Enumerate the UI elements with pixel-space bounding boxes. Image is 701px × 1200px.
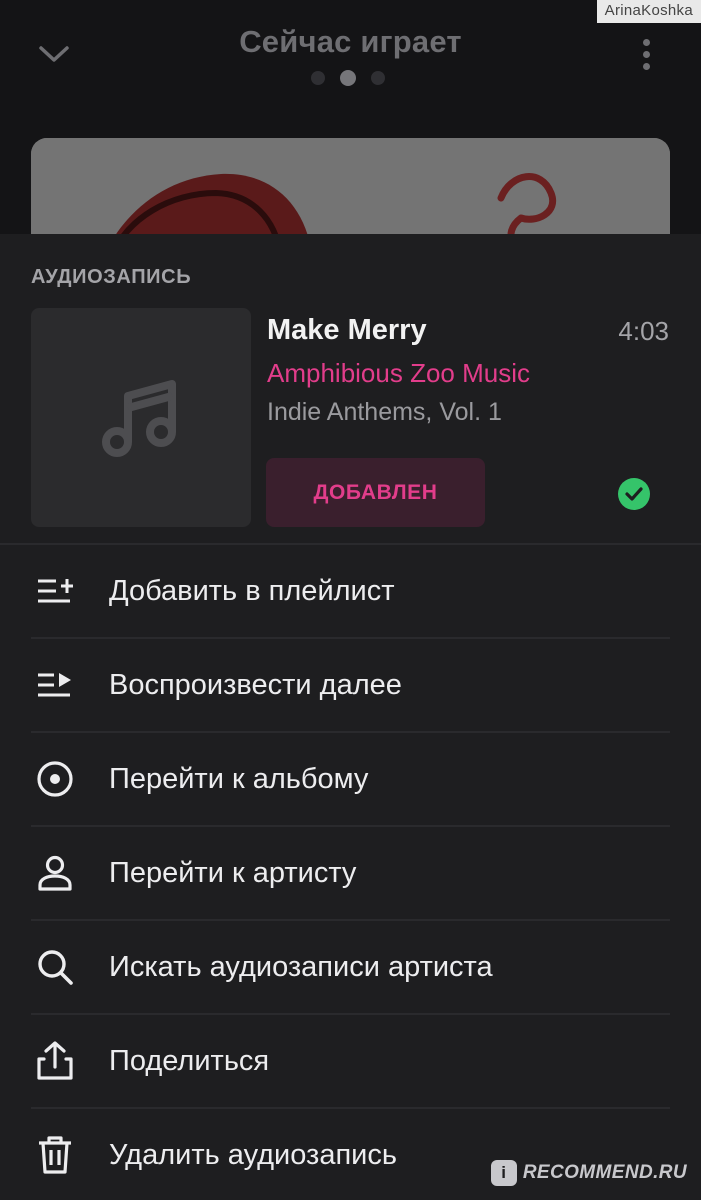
track-actions-sheet: АУДИОЗАПИСЬ Make Merry 4:03 Amphibious Z… — [0, 234, 701, 1200]
more-vertical-icon — [642, 38, 650, 46]
menu-item-add-to-playlist[interactable]: Добавить в плейлист — [31, 545, 670, 639]
search-icon — [33, 945, 77, 989]
track-artist-link[interactable]: Amphibious Zoo Music — [267, 358, 530, 389]
menu-item-label: Добавить в плейлист — [109, 574, 395, 607]
track-album-name: Indie Anthems, Vol. 1 — [267, 398, 502, 426]
site-watermark-text: RECOMMEND.RU — [522, 1162, 687, 1183]
track-thumbnail — [31, 308, 251, 527]
menu-item-play-next[interactable]: Воспроизвести далее — [31, 639, 670, 733]
menu-item-share[interactable]: Поделиться — [31, 1015, 670, 1109]
page-title: Сейчас играет — [239, 24, 462, 59]
menu-item-label: Искать аудиозаписи артиста — [109, 950, 493, 983]
now-playing-header: Сейчас играет ArinaKoshka — [0, 0, 701, 298]
menu-item-label: Перейти к артисту — [109, 856, 357, 889]
album-icon — [33, 757, 77, 801]
screen: Сейчас играет ArinaKoshka АУДИОЗАПИСЬ Ma… — [0, 0, 701, 1200]
trash-icon — [33, 1133, 77, 1177]
author-watermark: ArinaKoshka — [596, 0, 701, 23]
track-duration: 4:03 — [618, 316, 669, 346]
pager-dot[interactable] — [311, 71, 325, 85]
action-menu: Добавить в плейлист Воспроизвести далее — [0, 545, 701, 1200]
play-next-icon — [33, 663, 77, 707]
user-icon — [33, 851, 77, 895]
pager-dot-active[interactable] — [340, 70, 356, 86]
menu-item-label: Воспроизвести далее — [109, 668, 402, 701]
playlist-add-icon — [33, 569, 77, 613]
section-caption: АУДИОЗАПИСЬ — [31, 266, 192, 288]
share-icon — [33, 1039, 77, 1083]
menu-item-search-artist-tracks[interactable]: Искать аудиозаписи артиста — [31, 921, 670, 1015]
menu-item-label: Перейти к альбому — [109, 762, 369, 795]
pager-dots — [311, 70, 385, 86]
menu-item-label: Поделиться — [109, 1044, 270, 1077]
menu-item-go-to-album[interactable]: Перейти к альбому — [31, 733, 670, 827]
menu-item-delete-track[interactable]: Удалить аудиозапись — [31, 1109, 670, 1200]
track-title: Make Merry — [267, 314, 427, 346]
more-options-button[interactable] — [630, 34, 662, 74]
menu-item-label: Удалить аудиозапись — [109, 1138, 397, 1171]
track-card: АУДИОЗАПИСЬ Make Merry 4:03 Amphibious Z… — [0, 234, 701, 544]
site-watermark: i RECOMMEND.RU — [490, 1160, 687, 1186]
pager-dot[interactable] — [371, 71, 385, 85]
site-logo-icon: i — [490, 1160, 517, 1186]
added-button[interactable]: ДОБАВЛЕН — [266, 458, 485, 527]
saved-check-icon — [618, 478, 650, 510]
menu-item-go-to-artist[interactable]: Перейти к артисту — [31, 827, 670, 921]
music-note-icon — [102, 379, 176, 457]
